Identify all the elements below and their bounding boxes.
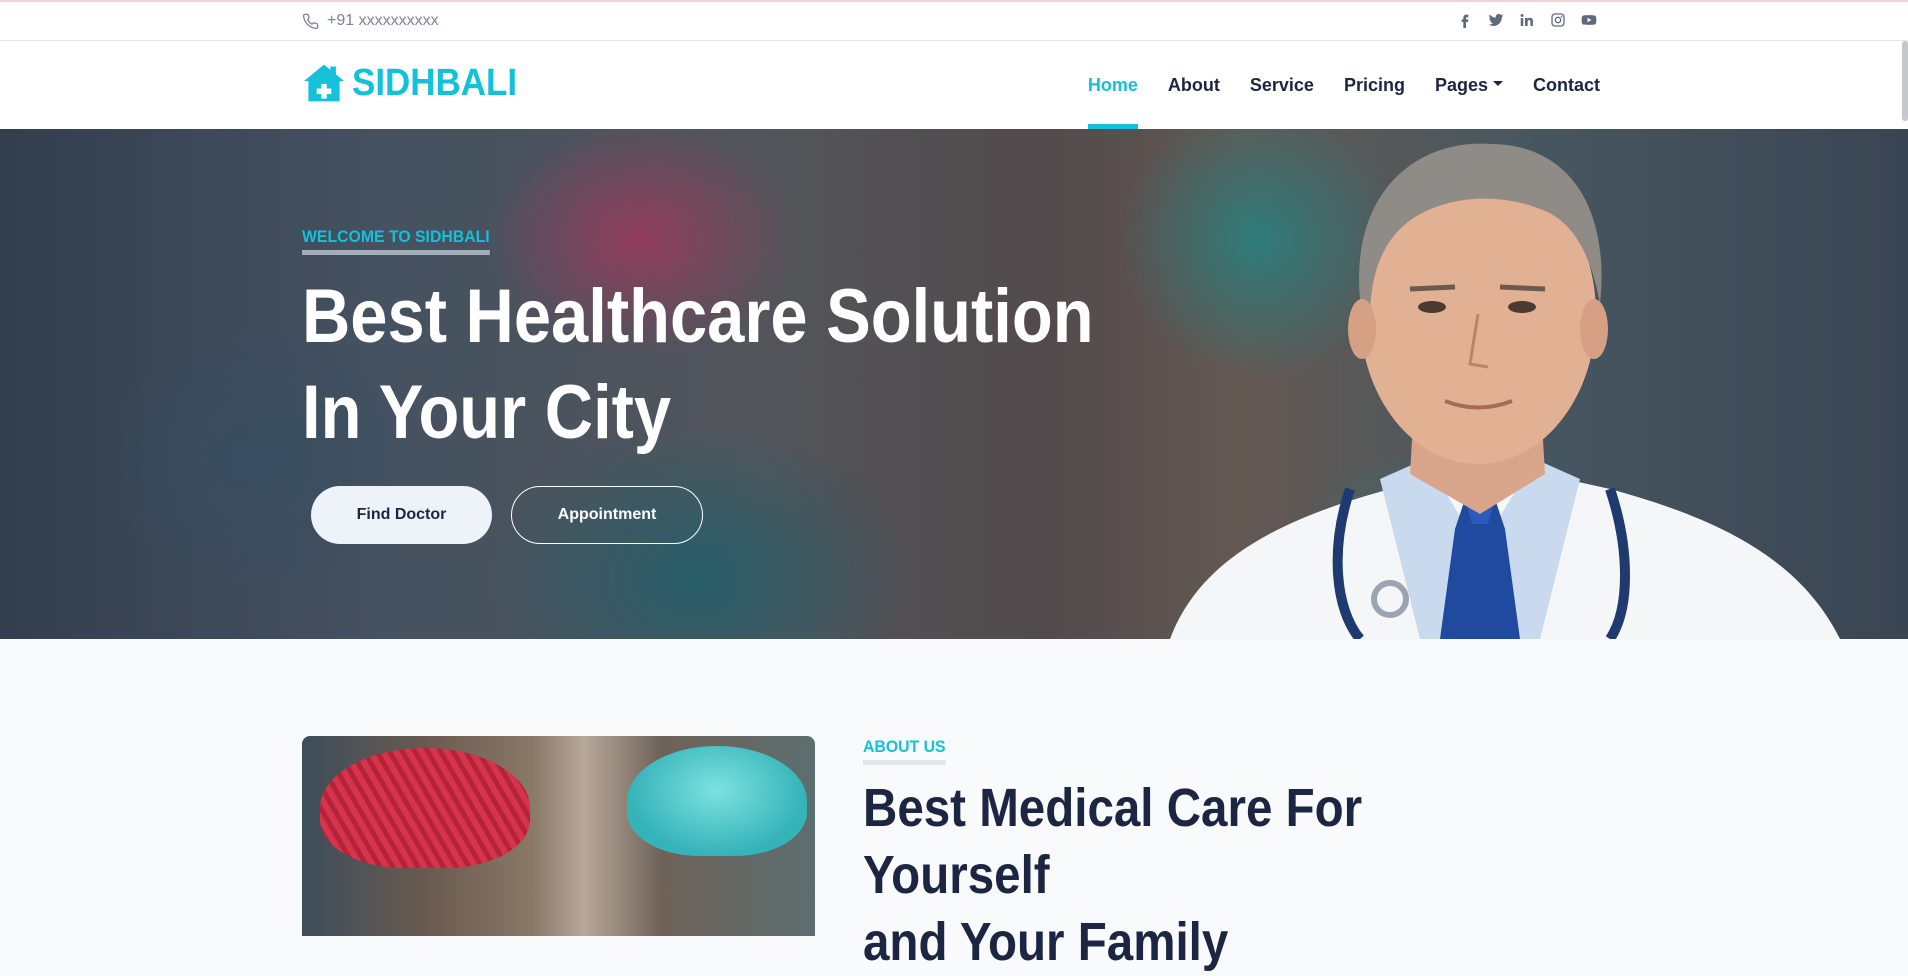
about-eyebrow: ABOUT US <box>863 737 946 765</box>
nav-contact[interactable]: Contact <box>1533 41 1600 129</box>
hero-eyebrow: WELCOME TO SIDHBALI <box>302 227 490 255</box>
nav-about[interactable]: About <box>1168 41 1220 129</box>
brand-logo[interactable]: SIDHBALI <box>302 61 531 105</box>
nav-pages-dropdown[interactable]: Pages <box>1435 41 1503 129</box>
appointment-button[interactable]: Appointment <box>511 486 703 544</box>
doctor-portrait-image <box>1170 143 1840 639</box>
phone-icon <box>302 13 319 29</box>
top-info-bar: +91 xxxxxxxxxx <box>0 0 1908 41</box>
hero-title: Best Healthcare Solution In Your City <box>302 269 1094 461</box>
phone-contact[interactable]: +91 xxxxxxxxxx <box>302 12 439 30</box>
twitter-icon[interactable] <box>1486 10 1506 30</box>
about-title-line1: Best Medical Care For Yourself <box>863 778 1363 905</box>
hero-title-line1: Best Healthcare Solution <box>302 274 1094 359</box>
linkedin-icon[interactable] <box>1517 10 1537 30</box>
page-scrollbar[interactable] <box>1902 41 1908 121</box>
main-navbar: SIDHBALI Home About Service Pricing Page… <box>0 41 1908 129</box>
primary-menu: Home About Service Pricing Pages Contact <box>1087 41 1600 129</box>
social-links <box>1455 10 1599 30</box>
hero-title-line2: In Your City <box>302 370 672 455</box>
about-title-line2: and Your Family <box>863 912 1229 972</box>
nav-home[interactable]: Home <box>1087 41 1138 129</box>
nav-pages-label: Pages <box>1434 74 1488 95</box>
about-surgeons-image <box>302 736 815 936</box>
house-medical-icon <box>303 64 345 102</box>
caret-down-icon <box>1493 80 1503 86</box>
brand-name: SIDHBALI <box>352 61 518 104</box>
about-title: Best Medical Care For Yourself and Your … <box>863 775 1532 976</box>
youtube-icon[interactable] <box>1579 10 1599 30</box>
phone-number: +91 xxxxxxxxxx <box>327 12 439 29</box>
find-doctor-button[interactable]: Find Doctor <box>311 486 492 544</box>
hero-banner: WELCOME TO SIDHBALI Best Healthcare Solu… <box>0 129 1908 639</box>
nav-pricing[interactable]: Pricing <box>1344 41 1405 129</box>
nav-service[interactable]: Service <box>1250 41 1314 129</box>
hero-content: WELCOME TO SIDHBALI Best Healthcare Solu… <box>302 129 1202 639</box>
instagram-icon[interactable] <box>1548 10 1568 30</box>
facebook-icon[interactable] <box>1455 10 1475 30</box>
